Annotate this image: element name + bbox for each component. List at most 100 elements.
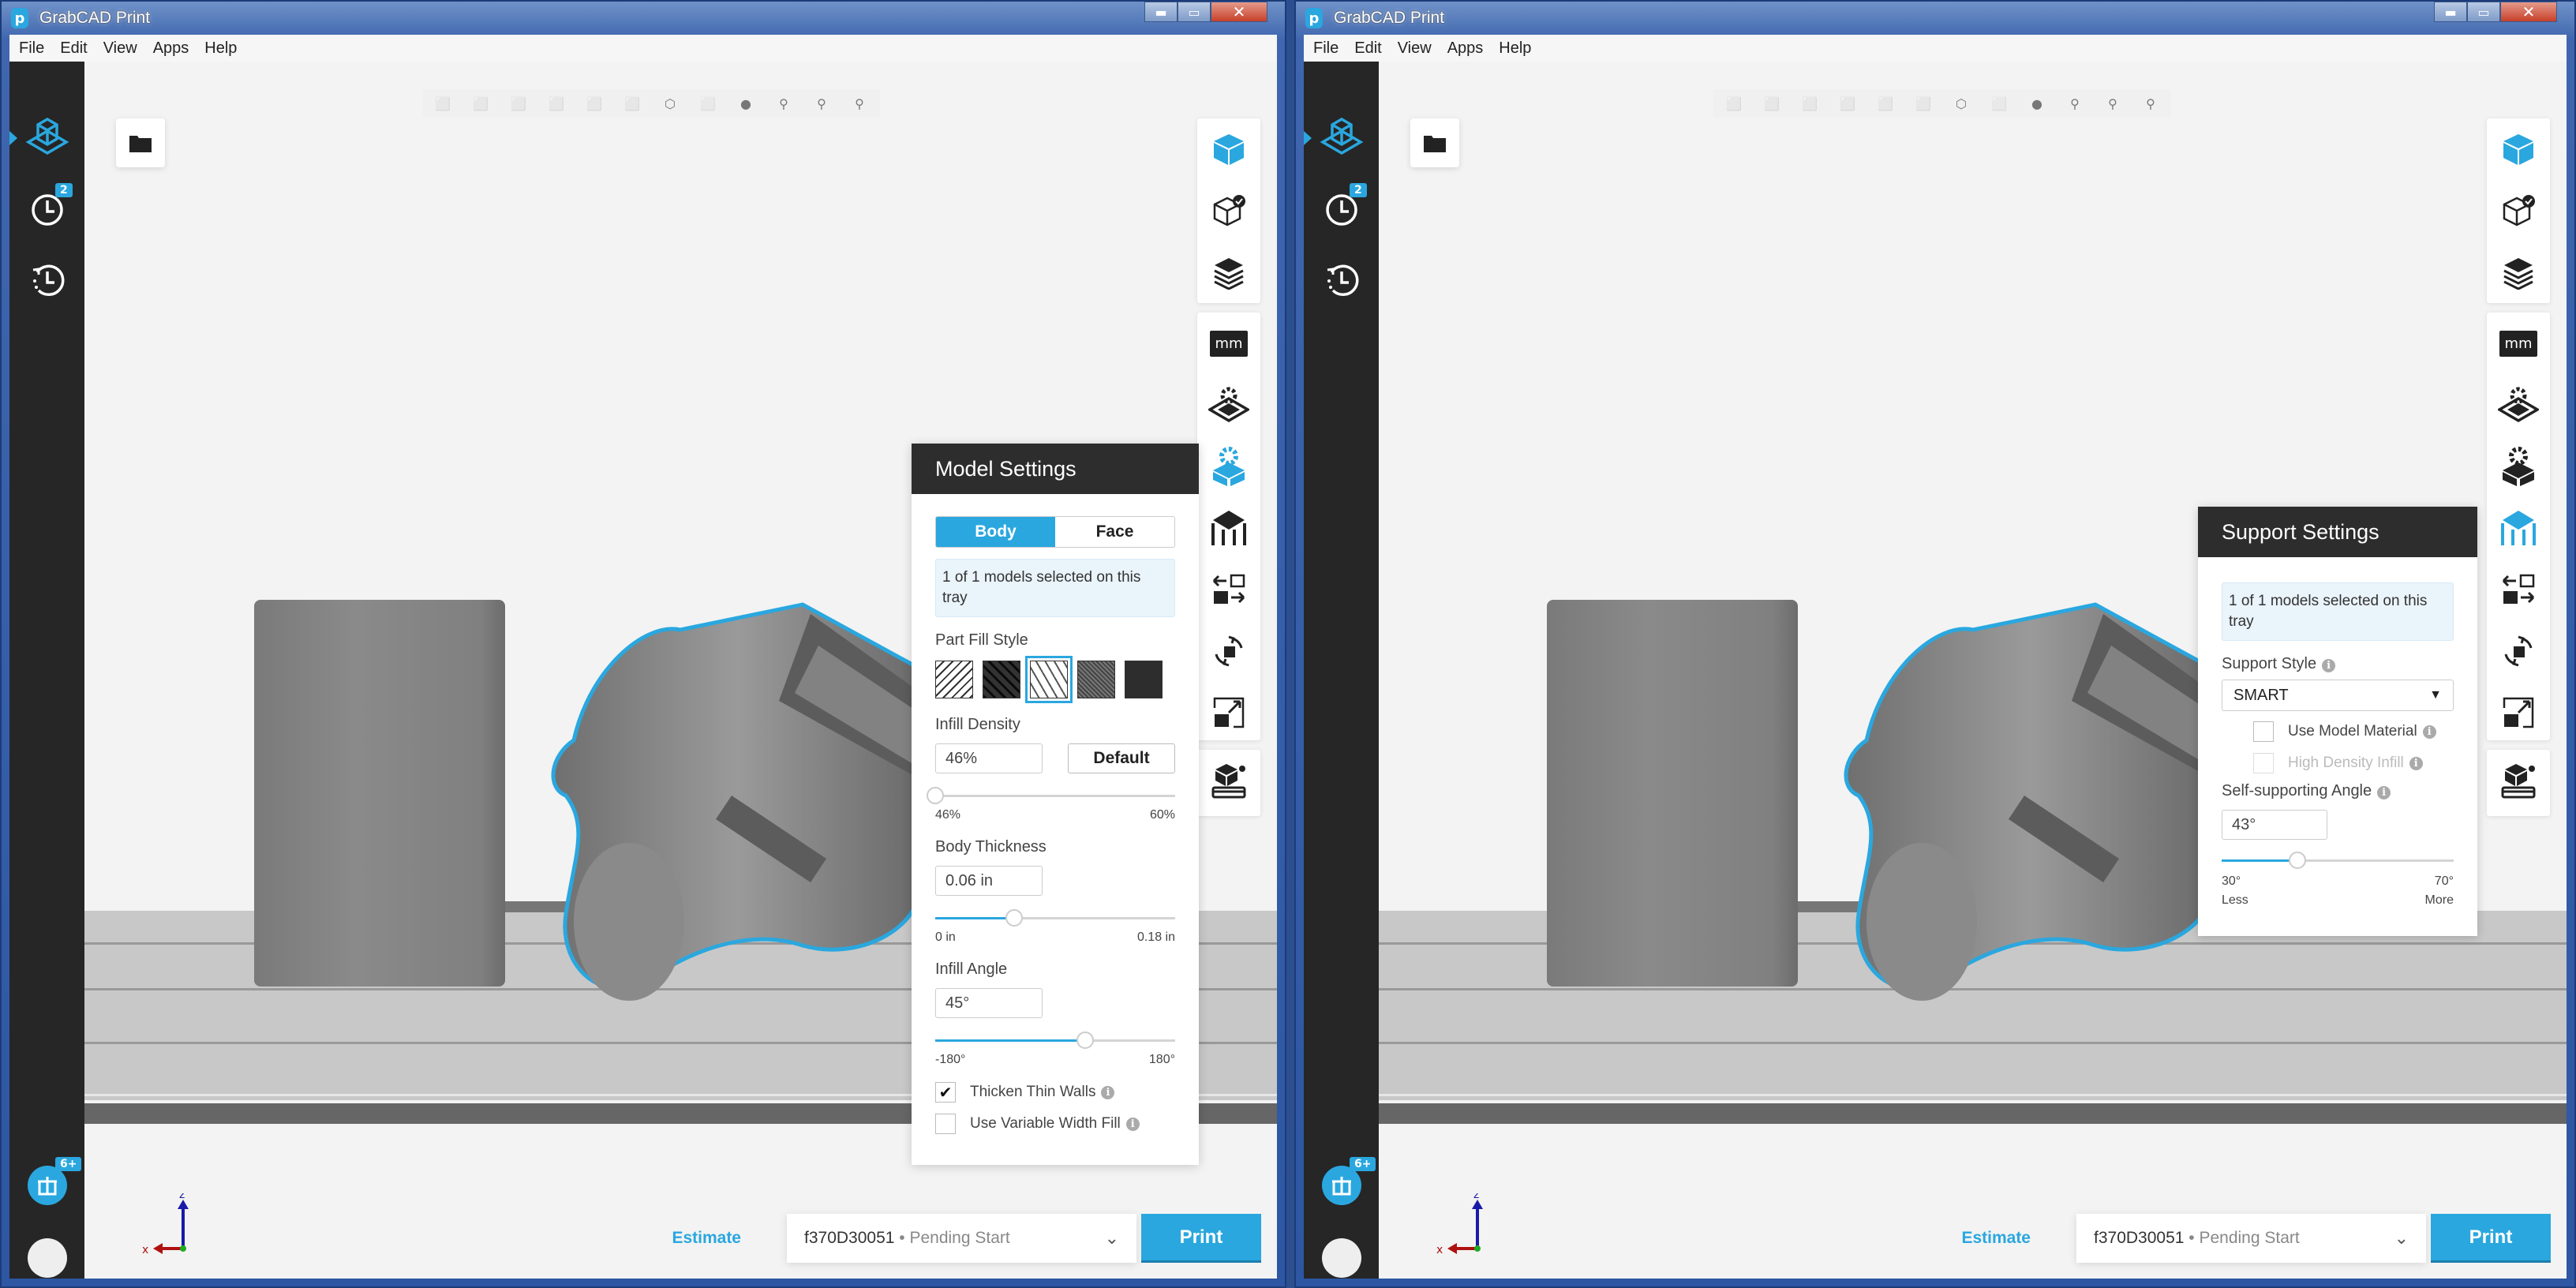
maximize-button[interactable]: ▭ <box>2467 2 2500 22</box>
self-supporting-angle-input[interactable]: 43° <box>2222 810 2327 840</box>
fill-style-solid[interactable] <box>1125 661 1163 698</box>
tool-tray-settings[interactable] <box>2487 374 2550 436</box>
sidebar-history[interactable] <box>9 248 84 311</box>
fill-style-high-density[interactable] <box>1077 661 1115 698</box>
info-icon[interactable]: i <box>2377 786 2391 799</box>
sidebar-queue[interactable]: 2 <box>1304 177 1379 240</box>
thicken-thin-walls-checkbox[interactable]: ✔ <box>935 1082 956 1103</box>
model-selected-part[interactable] <box>1835 598 2214 1009</box>
maximize-button[interactable]: ▭ <box>1178 2 1211 22</box>
view-bottom-icon[interactable]: ⬜ <box>616 92 648 115</box>
body-thickness-input[interactable]: 0.06 in <box>935 866 1043 896</box>
tool-rotate[interactable] <box>2487 620 2550 682</box>
view-left-icon[interactable]: ⬜ <box>503 92 534 115</box>
sidebar-apps[interactable]: 6+ <box>1304 1154 1379 1217</box>
view-iso-icon[interactable]: ⬡ <box>654 92 686 115</box>
model-block[interactable] <box>254 600 505 987</box>
tool-slice-preview[interactable] <box>1197 242 1260 303</box>
tool-model-settings[interactable] <box>2487 436 2550 497</box>
infill-density-input[interactable]: 46% <box>935 743 1043 773</box>
infill-angle-slider[interactable] <box>935 1031 1175 1050</box>
info-icon[interactable]: i <box>2322 659 2336 672</box>
tool-rotate[interactable] <box>1197 620 1260 682</box>
fill-style-hexagonal[interactable] <box>1025 656 1073 703</box>
view-back-icon[interactable]: ⬜ <box>465 92 496 115</box>
open-file-button[interactable] <box>116 118 165 167</box>
estimate-link[interactable]: Estimate <box>672 1229 741 1248</box>
zoom-tray-icon[interactable]: ⚲ <box>844 92 875 115</box>
view-iso-icon[interactable]: ⬡ <box>1945 92 1977 115</box>
menu-view[interactable]: View <box>1398 39 1432 58</box>
open-file-button[interactable] <box>1410 118 1459 167</box>
sidebar-queue[interactable]: 2 <box>9 177 84 240</box>
info-icon[interactable]: i <box>2409 756 2423 770</box>
tool-arrange[interactable] <box>2487 559 2550 620</box>
tool-preview[interactable] <box>2487 180 2550 242</box>
zoom-all-icon[interactable]: ⚲ <box>806 92 837 115</box>
view-shaded-icon[interactable]: ● <box>2021 92 2053 115</box>
tool-arrange[interactable] <box>1197 559 1260 620</box>
zoom-all-icon[interactable]: ⚲ <box>2097 92 2129 115</box>
slider-thumb[interactable] <box>1076 1032 1094 1049</box>
variable-width-fill-checkbox[interactable] <box>935 1114 956 1134</box>
printer-dropdown[interactable]: f370D30051 • Pending Start ⌄ <box>2076 1214 2426 1263</box>
close-button[interactable]: ✕ <box>1211 2 1267 22</box>
zoom-selected-icon[interactable]: ⚲ <box>2059 92 2091 115</box>
tool-model-settings[interactable] <box>1197 436 1260 497</box>
menu-file[interactable]: File <box>19 39 44 58</box>
info-icon[interactable]: i <box>1125 1117 1140 1131</box>
fill-style-double-dense[interactable] <box>983 661 1020 698</box>
close-button[interactable]: ✕ <box>2500 2 2557 22</box>
view-perspective-icon[interactable]: ⬜ <box>692 92 724 115</box>
3d-viewport[interactable]: ⬜ ⬜ ⬜ ⬜ ⬜ ⬜ ⬡ ⬜ ● ⚲ ⚲ ⚲ <box>1379 62 2567 1279</box>
slider-thumb[interactable] <box>1005 909 1024 927</box>
use-model-material-checkbox[interactable] <box>2253 721 2274 742</box>
menu-help[interactable]: Help <box>1499 39 1531 58</box>
view-top-icon[interactable]: ⬜ <box>1870 92 1901 115</box>
sidebar-history[interactable] <box>1304 248 1379 311</box>
minimize-button[interactable]: ▬ <box>2434 2 2467 22</box>
zoom-tray-icon[interactable]: ⚲ <box>2135 92 2166 115</box>
default-button[interactable]: Default <box>1068 743 1175 773</box>
view-top-icon[interactable]: ⬜ <box>578 92 610 115</box>
view-perspective-icon[interactable]: ⬜ <box>1983 92 2015 115</box>
tool-preview[interactable] <box>1197 180 1260 242</box>
tool-tray-settings[interactable] <box>1197 374 1260 436</box>
tool-support-settings[interactable] <box>2487 497 2550 559</box>
view-right-icon[interactable]: ⬜ <box>1832 92 1863 115</box>
tool-scale[interactable] <box>2487 682 2550 743</box>
tool-print-settings[interactable] <box>1197 750 1260 811</box>
sidebar-account[interactable] <box>1304 1226 1379 1279</box>
slider-thumb[interactable] <box>927 787 944 804</box>
menu-edit[interactable]: Edit <box>1354 39 1381 58</box>
tool-scale[interactable] <box>1197 682 1260 743</box>
tool-support-settings[interactable] <box>1197 497 1260 559</box>
estimate-link[interactable]: Estimate <box>1961 1229 2031 1248</box>
view-front-icon[interactable]: ⬜ <box>1718 92 1750 115</box>
infill-density-slider[interactable] <box>927 786 1175 805</box>
view-bottom-icon[interactable]: ⬜ <box>1908 92 1939 115</box>
menu-apps[interactable]: Apps <box>1447 39 1484 58</box>
tool-units[interactable]: mm <box>1197 313 1260 374</box>
menu-help[interactable]: Help <box>204 39 237 58</box>
sidebar-prepare[interactable] <box>1304 106 1379 169</box>
sidebar-prepare[interactable] <box>9 106 84 169</box>
menu-file[interactable]: File <box>1313 39 1339 58</box>
zoom-selected-icon[interactable]: ⚲ <box>768 92 799 115</box>
menu-view[interactable]: View <box>103 39 137 58</box>
tool-print-settings[interactable] <box>2487 750 2550 811</box>
slider-thumb[interactable] <box>2288 852 2306 869</box>
print-button[interactable]: Print <box>2431 1214 2551 1263</box>
tool-model-view[interactable] <box>1197 118 1260 180</box>
tool-slice-preview[interactable] <box>2487 242 2550 303</box>
3d-viewport[interactable]: ⬜ ⬜ ⬜ ⬜ ⬜ ⬜ ⬡ ⬜ ● ⚲ ⚲ ⚲ <box>84 62 1277 1279</box>
menu-apps[interactable]: Apps <box>153 39 189 58</box>
print-button[interactable]: Print <box>1141 1214 1261 1263</box>
model-selected-part[interactable] <box>542 598 921 1009</box>
view-right-icon[interactable]: ⬜ <box>541 92 572 115</box>
tab-body[interactable]: Body <box>936 517 1055 547</box>
sidebar-account[interactable] <box>9 1226 84 1279</box>
tab-face[interactable]: Face <box>1055 517 1174 547</box>
tool-model-view[interactable] <box>2487 118 2550 180</box>
minimize-button[interactable]: ▬ <box>1144 2 1178 22</box>
